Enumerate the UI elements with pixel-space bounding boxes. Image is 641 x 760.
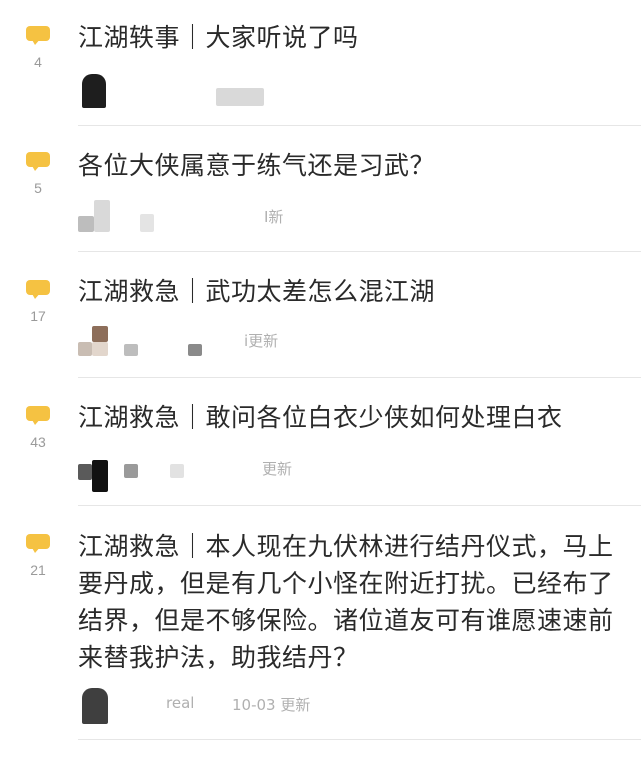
update-time: 更新 [262, 460, 293, 478]
thread-meta [78, 70, 478, 110]
blurred-username [140, 214, 154, 232]
thread-meta: I新 [78, 200, 478, 240]
comment-count: 5 [34, 180, 42, 196]
thread-meta: real 10-03 更新 [78, 684, 478, 724]
comment-bubble-icon [26, 406, 50, 425]
comment-count-column: 5 [20, 152, 56, 196]
thread-item[interactable]: 4 江湖轶事｜大家听说了吗 [0, 0, 641, 126]
avatar [92, 460, 108, 492]
avatar [82, 688, 108, 724]
username[interactable]: real [166, 694, 194, 712]
comment-count-column: 21 [20, 534, 56, 578]
update-time: i更新 [244, 332, 279, 350]
thread-title[interactable]: 江湖轶事｜大家听说了吗 [78, 20, 619, 56]
thread-title[interactable]: 江湖救急｜敢问各位白衣少侠如何处理白衣 [78, 400, 619, 436]
forum-page: { "threads": [ { "count": "4", "title": … [0, 0, 641, 760]
avatar [92, 342, 108, 356]
thread-item[interactable]: 5 各位大侠属意于练气还是习武？ I新 [0, 126, 641, 252]
update-time: I新 [264, 208, 284, 226]
blurred-username [124, 464, 138, 478]
thread-meta: i更新 [78, 324, 478, 364]
thread-title[interactable]: 江湖救急｜武功太差怎么混江湖 [78, 274, 619, 310]
avatar [92, 326, 108, 342]
blurred-username [188, 344, 202, 356]
thread-item[interactable]: 17 江湖救急｜武功太差怎么混江湖 i更新 [0, 252, 641, 378]
thread-title[interactable]: 江湖救急｜本人现在九伏林进行结丹仪式，马上要丹成，但是有几个小怪在附近打扰。已经… [78, 528, 619, 676]
thread-meta: 更新 [78, 454, 478, 494]
blurred-username [170, 464, 184, 478]
avatar [78, 342, 92, 356]
comment-bubble-icon [26, 152, 50, 171]
comment-count: 4 [34, 54, 42, 70]
avatar [94, 200, 110, 232]
comment-count: 17 [30, 308, 46, 324]
thread-item[interactable]: 43 江湖救急｜敢问各位白衣少侠如何处理白衣 更新 [0, 378, 641, 506]
avatar [82, 74, 106, 108]
thread-item[interactable]: 21 江湖救急｜本人现在九伏林进行结丹仪式，马上要丹成，但是有几个小怪在附近打扰… [0, 506, 641, 760]
comment-count-column: 17 [20, 280, 56, 324]
avatar [78, 216, 94, 232]
comment-bubble-icon [26, 280, 50, 299]
comment-count: 43 [30, 434, 46, 450]
blurred-username [124, 344, 138, 356]
comment-bubble-icon [26, 26, 50, 45]
comment-count: 21 [30, 562, 46, 578]
avatar [78, 464, 92, 480]
thread-title[interactable]: 各位大侠属意于练气还是习武？ [78, 148, 619, 184]
comment-bubble-icon [26, 534, 50, 553]
divider [78, 739, 641, 740]
comment-count-column: 43 [20, 406, 56, 450]
blurred-username [216, 88, 264, 106]
update-time: 10-03 更新 [232, 696, 311, 714]
comment-count-column: 4 [20, 26, 56, 70]
